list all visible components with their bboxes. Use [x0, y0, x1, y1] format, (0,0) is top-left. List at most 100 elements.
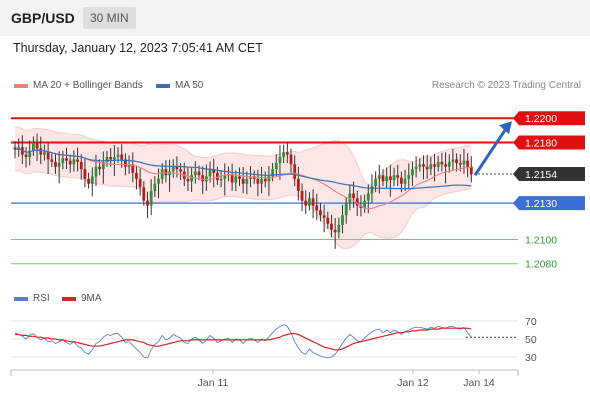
candle-body	[422, 164, 425, 167]
projection-arrow-line	[473, 129, 507, 177]
candle-body	[79, 161, 83, 170]
candle-body	[315, 205, 319, 211]
candle-body	[83, 169, 87, 179]
candle-body	[267, 176, 271, 182]
candle-body	[208, 169, 212, 177]
candle-body	[57, 163, 61, 167]
candle-body	[39, 148, 43, 155]
candle-body	[90, 176, 94, 184]
candle-body	[330, 223, 333, 230]
candle-body	[61, 158, 65, 164]
candle-body	[138, 178, 142, 188]
candle-body	[186, 178, 190, 182]
price-label-5: 1.2080	[525, 259, 557, 271]
candle-body	[304, 200, 308, 206]
candle-body	[43, 152, 46, 155]
candle-body	[466, 160, 470, 167]
candle-body	[411, 169, 414, 176]
candle-body	[381, 175, 385, 182]
candle-body	[160, 169, 164, 179]
x-tick-label-1: Jan 12	[397, 377, 429, 389]
candle-body	[311, 198, 315, 206]
candle-body	[68, 160, 72, 165]
candle-body	[260, 178, 263, 184]
candle-body	[289, 154, 293, 165]
x-tick-label-0: Jan 11	[198, 377, 229, 389]
candle-body	[149, 191, 153, 206]
candle-body	[326, 217, 330, 224]
price-chart-svg: 1.2200 1.2180 1.2154 1.2130 1.2100 1.2080 70 50…	[10, 111, 585, 389]
candle-body	[366, 193, 370, 201]
candle-body	[234, 176, 238, 183]
candle-body	[116, 154, 120, 158]
candle-body	[190, 175, 194, 182]
candle-body	[50, 159, 54, 162]
candle-body	[352, 193, 355, 199]
candle-body	[285, 152, 289, 155]
candle-body	[238, 176, 241, 179]
candle-body	[370, 186, 374, 194]
candle-body	[245, 178, 249, 184]
candle-body	[447, 161, 451, 167]
candle-body	[282, 152, 286, 158]
candle-body	[54, 161, 57, 167]
candle-body	[46, 152, 50, 160]
candle-body	[396, 175, 400, 178]
candle-body	[400, 177, 403, 184]
candle-body	[278, 157, 282, 164]
candle-body	[32, 142, 35, 151]
candle-body	[455, 159, 458, 164]
price-label-1: 1.2180	[525, 137, 557, 149]
candle-body	[72, 159, 76, 165]
x-tick-label-2: Jan 14	[463, 377, 495, 389]
rsi-tick-70: 70	[525, 316, 537, 328]
candle-body	[197, 171, 201, 176]
candle-body	[337, 224, 341, 233]
candle-body	[24, 154, 28, 158]
candle-body	[87, 178, 90, 184]
candle-body	[65, 158, 68, 161]
candle-body	[458, 163, 462, 165]
candle-body	[374, 178, 378, 187]
candle-body	[296, 178, 300, 191]
candle-body	[98, 166, 102, 170]
candle-body	[341, 215, 344, 225]
candle-body	[164, 169, 168, 176]
candle-body	[388, 176, 392, 181]
candle-body	[451, 159, 455, 162]
candle-body	[94, 166, 98, 177]
price-label-3: 1.2130	[525, 198, 557, 210]
candle-body	[76, 159, 79, 162]
candle-body	[293, 164, 297, 179]
candle-body	[256, 178, 260, 184]
candle-body	[308, 198, 311, 206]
candle-body	[392, 175, 396, 181]
candle-body	[146, 200, 149, 206]
candle-body	[403, 178, 407, 184]
candle-body	[175, 166, 179, 170]
candle-body	[274, 163, 278, 170]
candle-body	[322, 215, 326, 218]
candle-body	[444, 164, 447, 167]
candle-body	[157, 178, 160, 184]
price-label-0: 1.2200	[525, 113, 557, 125]
price-label-2: 1.2154	[525, 169, 557, 181]
candle-body	[201, 175, 205, 182]
rsi-tick-50: 50	[525, 334, 537, 346]
candle-body	[142, 187, 146, 201]
candle-body	[300, 191, 304, 201]
candle-body	[153, 183, 157, 191]
candle-body	[241, 178, 245, 184]
candle-body	[462, 160, 466, 165]
candle-body	[440, 161, 444, 165]
candle-body	[120, 154, 124, 160]
candle-body	[344, 203, 348, 216]
candle-body	[414, 166, 418, 170]
candle-body	[429, 164, 433, 170]
candle-body	[193, 171, 197, 176]
candle-body	[425, 166, 429, 170]
projection-arrow-head	[499, 121, 512, 135]
candle-body	[407, 175, 411, 179]
candle-body	[263, 178, 267, 182]
candle-body	[433, 164, 436, 167]
